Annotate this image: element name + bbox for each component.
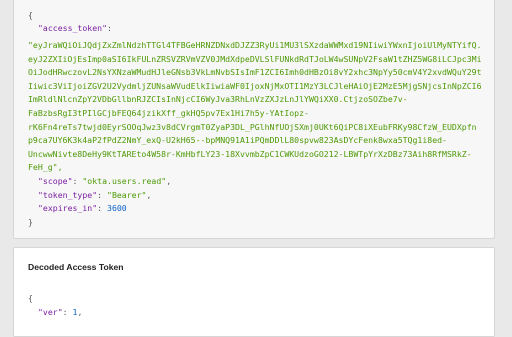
expires-in-key: "expires_in" <box>38 203 98 213</box>
decoded-token-title: Decoded Access Token <box>28 262 124 272</box>
expires-in-line: "expires_in": 3600 <box>38 203 127 213</box>
access-token-line: ImRldlNlcnZpY2VDbGllbnRJZCIsInNjcCI6WyJv… <box>28 94 408 105</box>
access-token-line: FaBzbsRgI3tPIlGCjbFEQ64jzikXff_gkHQ5pv7E… <box>28 108 309 118</box>
access-token-line: FeH_g", <box>28 162 63 173</box>
access-token-line: "eyJraWQiOiJQdjZxZmlNdzhTTGl4TFBGeHRNZDN… <box>28 40 482 50</box>
json-close-brace: } <box>28 217 33 227</box>
access-token-line: rK6Fn4reTs7twjd0EyrSOOqJwz3v8dCVrgmT0Zya… <box>28 121 477 132</box>
access-token-line: UncwwNivte8DeHy9KtTAREto4W58r-KmHbfLY23-… <box>28 148 472 159</box>
access-token-key-line: "access_token": <box>38 23 117 33</box>
access-token-key: "access_token" <box>38 23 108 33</box>
ver-key: "ver" <box>38 307 63 317</box>
ver-line: "ver": 1, <box>38 307 83 317</box>
token-type-line: "token_type": "Bearer", <box>38 190 152 200</box>
access-token-line: Iiwic3ViIjoiZGV2U2VydmljZUNsaWVudElkIiwi… <box>28 80 482 91</box>
decoded-token-card <box>13 247 495 337</box>
token-type-value: "Bearer" <box>107 190 147 200</box>
json-open-brace: { <box>28 10 33 20</box>
expires-in-value: 3600 <box>107 203 127 213</box>
access-token-line: eyJ2ZXIiOjEsImp0aSI6IkFULnZRSVZRVmVZV0JM… <box>28 53 482 64</box>
access-token-line: OiJodHRwczovL2NsYXNzaWMudHJleGNsb3VkLmNv… <box>28 67 482 78</box>
access-token-line: p9ca7UY6K3k4aP2fPdZ2NmY_exQ-U2kH65--bpMN… <box>28 135 447 146</box>
scope-key: "scope" <box>38 176 73 186</box>
scope-line: "scope": "okta.users.read", <box>38 176 172 186</box>
token-type-key: "token_type" <box>38 190 98 200</box>
decoded-open-brace: { <box>28 293 33 303</box>
scope-value: "okta.users.read" <box>82 176 167 186</box>
